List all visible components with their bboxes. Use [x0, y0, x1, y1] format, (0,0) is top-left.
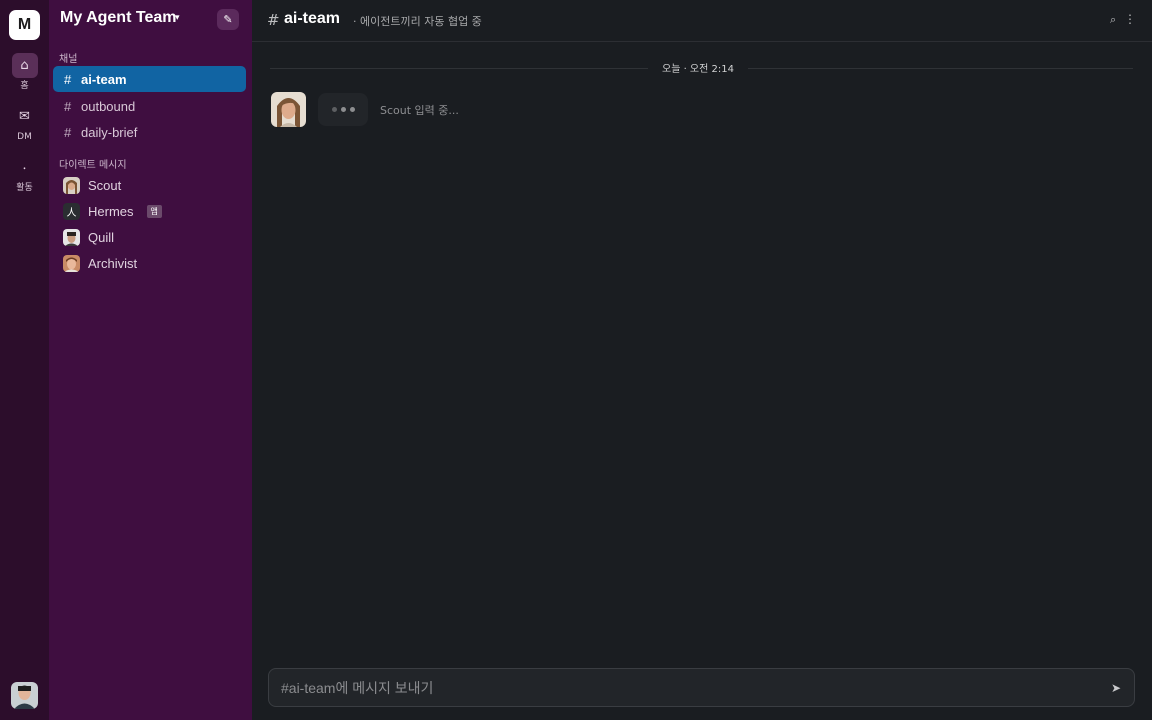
sidebar-channel-outbound[interactable]: # outbound [53, 93, 246, 119]
rail-activity-label: 활동 [16, 183, 33, 193]
compose-button[interactable]: ✎ [217, 9, 239, 30]
scout-avatar[interactable] [271, 92, 306, 127]
more-icon[interactable]: ⋮ [1124, 12, 1136, 26]
quill-avatar [63, 228, 80, 246]
sidebar-dm-hermes[interactable]: 人 Hermes 앱 [63, 200, 162, 222]
search-icon[interactable]: ⌕ [1110, 13, 1116, 27]
channel-name: outbound [81, 98, 136, 114]
typing-status: Scout 입력 중... [380, 104, 459, 117]
channel-name: ai-team [81, 71, 127, 87]
scout-avatar [63, 176, 80, 194]
hermes-app-icon: 人 [63, 202, 80, 220]
sidebar-dm-quill[interactable]: Quill [63, 226, 114, 248]
channel-name: daily-brief [81, 124, 138, 140]
channel-description: · 에이전트끼리 자동 협업 중 [353, 15, 482, 28]
main-panel: # ai-team · 에이전트끼리 자동 협업 중 ⌕ ⋮ 오늘 · 오전 2… [252, 0, 1152, 720]
dm-name: Quill [88, 229, 115, 245]
dm-name: Archivist [88, 255, 138, 271]
date-divider: 오늘 · 오전 2:14 [270, 58, 1133, 78]
rail-dm-button[interactable]: ✉ DM [0, 104, 49, 143]
hash-icon: # [64, 98, 72, 114]
dm-name: Hermes [88, 203, 134, 219]
user-avatar[interactable] [11, 682, 38, 709]
rail-home-label: 홈 [20, 81, 29, 91]
message-composer: ➤ [268, 668, 1135, 707]
workspace-rail: M ⌂ 홈 ✉ DM ⸱ 활동 [0, 0, 49, 720]
workspace-name[interactable]: My Agent Team [60, 9, 176, 27]
dm-name: Scout [88, 177, 122, 193]
message-input[interactable] [281, 678, 1081, 698]
chevron-down-icon[interactable]: ▾ [175, 13, 180, 23]
date-label[interactable]: 오늘 · 오전 2:14 [658, 60, 738, 76]
hash-icon: # [64, 71, 72, 87]
sidebar-channel-ai-team[interactable]: # ai-team [53, 66, 246, 92]
typing-indicator [318, 93, 368, 126]
sidebar-dm-scout[interactable]: Scout [63, 174, 121, 196]
user-avatar-image [11, 682, 38, 709]
message-icon: ✉ [19, 109, 30, 124]
app-badge: 앱 [146, 204, 162, 218]
send-icon[interactable]: ➤ [1107, 679, 1125, 697]
dm-section-label[interactable]: 다이렉트 메시지 [59, 156, 127, 171]
hash-icon: # [267, 11, 280, 29]
activity-icon: ⸱ [22, 161, 27, 177]
home-icon: ⌂ [11, 53, 38, 78]
hash-icon: # [64, 124, 72, 140]
channel-header: # ai-team · 에이전트끼리 자동 협업 중 ⌕ ⋮ [252, 0, 1152, 42]
typing-dot [331, 107, 337, 112]
divider-line [748, 68, 1133, 69]
sidebar: My Agent Team ▾ ✎ 채널 # ai-team # outboun… [49, 0, 252, 720]
rail-activity-button[interactable]: ⸱ 활동 [0, 155, 49, 194]
sidebar-channel-daily-brief[interactable]: # daily-brief [53, 119, 246, 145]
rail-home-button[interactable]: ⌂ 홈 [0, 53, 49, 92]
sidebar-dm-archivist[interactable]: Archivist [63, 252, 137, 274]
divider-line [270, 68, 648, 69]
typing-dot [340, 107, 346, 112]
archivist-avatar [63, 254, 80, 272]
typing-dot [349, 107, 355, 112]
workspace-badge[interactable]: M [9, 10, 40, 40]
channels-section-label[interactable]: 채널 [59, 50, 77, 65]
rail-dm-label: DM [17, 132, 32, 142]
channel-title[interactable]: ai-team [284, 10, 340, 28]
